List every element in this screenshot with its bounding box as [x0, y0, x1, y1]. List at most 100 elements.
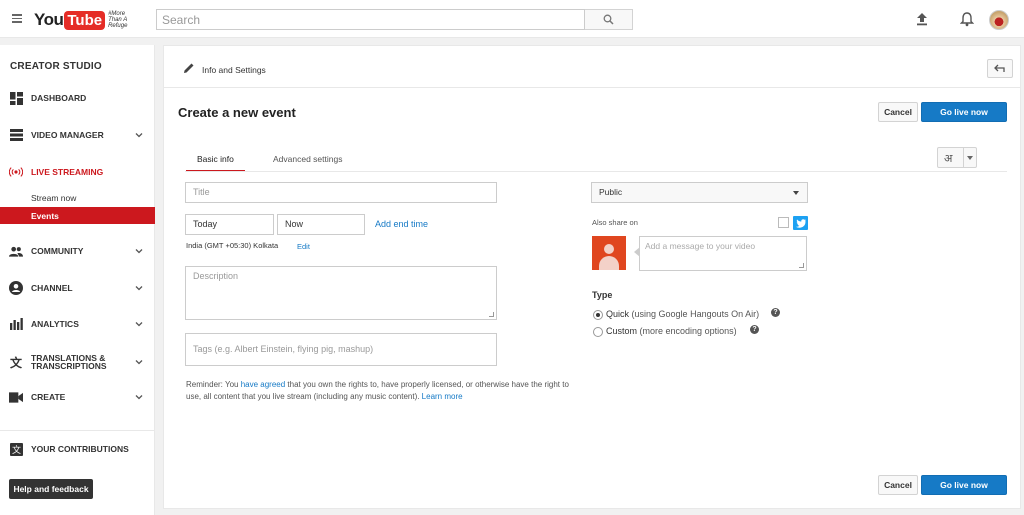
caret-down-icon — [967, 156, 973, 160]
language-selector-separator — [963, 148, 964, 167]
description-placeholder: Description — [193, 271, 239, 281]
sidebar-item-stream-now[interactable]: Stream now — [0, 189, 155, 206]
type-quick-note: (using Google Hangouts On Air) — [631, 309, 760, 319]
type-quick-text: Quick — [606, 309, 630, 319]
type-custom-radio[interactable] — [593, 327, 603, 337]
tab-advanced-settings[interactable]: Advanced settings — [273, 154, 342, 172]
reminder-text-1: Reminder: You — [186, 380, 241, 389]
privacy-select[interactable]: Public — [591, 182, 808, 203]
sidebar-item-dashboard[interactable]: DASHBOARD — [0, 87, 155, 109]
timezone-label: India (GMT +05:30) Kolkata — [186, 241, 279, 250]
video-manager-icon — [9, 128, 23, 142]
panel-header-title: Info and Settings — [202, 65, 266, 75]
type-custom-note: (more encoding options) — [639, 326, 737, 336]
go-live-button-bottom[interactable]: Go live now — [921, 475, 1007, 495]
chevron-down-icon[interactable] — [135, 393, 143, 401]
sidebar-item-analytics[interactable]: ANALYTICS — [0, 313, 155, 335]
type-custom-label[interactable]: Custom (more encoding options) — [606, 326, 737, 336]
search-input[interactable]: Search — [156, 9, 585, 30]
also-share-label: Also share on — [592, 218, 638, 227]
upload-icon[interactable] — [915, 12, 929, 26]
language-selector[interactable]: अ — [937, 147, 977, 168]
description-textarea[interactable]: Description — [185, 266, 497, 320]
sidebar-divider — [0, 430, 155, 431]
sidebar-item-video-manager[interactable]: VIDEO MANAGER — [0, 124, 155, 146]
cancel-button-top[interactable]: Cancel — [878, 102, 918, 122]
svg-text:文: 文 — [11, 444, 20, 456]
timezone-edit-link[interactable]: Edit — [297, 242, 310, 251]
tags-input[interactable]: Tags (e.g. Albert Einstein, flying pig, … — [185, 333, 497, 366]
panel-header: Info and Settings — [164, 46, 1020, 88]
sidebar-label-translations: TRANSLATIONS & TRANSCRIPTIONS — [31, 354, 107, 371]
search-button[interactable] — [585, 9, 633, 30]
help-icon[interactable]: ? — [750, 325, 759, 334]
contributions-icon: 文 — [9, 442, 23, 456]
language-glyph: अ — [944, 153, 953, 165]
type-label: Type — [592, 290, 613, 300]
youtube-logo[interactable]: You Tube #More Than A Refuge — [34, 9, 132, 31]
caret-down-icon — [793, 191, 799, 195]
analytics-icon — [9, 317, 23, 331]
logo-tagline: #More Than A Refuge — [108, 11, 128, 29]
start-date-input[interactable]: Today — [185, 214, 274, 235]
share-user-avatar — [592, 236, 626, 270]
twitter-icon — [793, 216, 808, 230]
share-message-placeholder: Add a message to your video — [645, 241, 756, 251]
resize-handle[interactable] — [489, 312, 494, 317]
channel-icon — [9, 281, 23, 295]
chevron-down-icon[interactable] — [135, 247, 143, 255]
sidebar-item-community[interactable]: COMMUNITY — [0, 240, 155, 262]
go-live-button-top[interactable]: Go live now — [921, 102, 1007, 122]
twitter-share-checkbox[interactable] — [778, 217, 789, 228]
type-custom-text: Custom — [606, 326, 638, 336]
start-time-input[interactable]: Now — [277, 214, 365, 235]
sidebar-label-live-streaming: LIVE STREAMING — [31, 167, 104, 177]
dashboard-icon — [9, 91, 23, 105]
account-avatar[interactable] — [989, 10, 1009, 30]
main-panel: Info and Settings Create a new event Can… — [163, 45, 1021, 509]
chevron-down-icon[interactable] — [135, 131, 143, 139]
logo-tube: Tube — [64, 10, 106, 30]
sidebar-title: CREATOR STUDIO — [10, 61, 102, 72]
search-icon — [603, 14, 614, 25]
avatar-head — [604, 244, 614, 254]
chevron-down-icon[interactable] — [135, 320, 143, 328]
sidebar-item-your-contributions[interactable]: 文 YOUR CONTRIBUTIONS — [0, 438, 155, 460]
help-feedback-button[interactable]: Help and feedback — [9, 479, 93, 499]
sidebar-item-create[interactable]: CREATE — [0, 386, 155, 408]
avatar-body — [599, 256, 619, 270]
resize-handle[interactable] — [799, 263, 804, 268]
type-quick-label[interactable]: Quick (using Google Hangouts On Air) — [606, 309, 759, 319]
help-icon[interactable]: ? — [771, 308, 780, 317]
tabs-divider — [185, 171, 1007, 172]
live-streaming-icon — [9, 165, 23, 179]
sidebar-item-translations[interactable]: 文 TRANSLATIONS & TRANSCRIPTIONS — [0, 349, 155, 375]
community-icon — [9, 244, 23, 258]
chevron-down-icon[interactable] — [135, 284, 143, 292]
tab-basic-info[interactable]: Basic info — [186, 154, 245, 172]
learn-more-link[interactable]: Learn more — [422, 392, 463, 401]
pencil-icon — [184, 63, 194, 73]
privacy-value: Public — [599, 187, 623, 197]
have-agreed-link[interactable]: have agreed — [241, 380, 285, 389]
sidebar-label-dashboard: DASHBOARD — [31, 93, 87, 103]
sidebar-item-live-streaming[interactable]: LIVE STREAMING — [0, 161, 155, 183]
title-input[interactable]: Title — [185, 182, 497, 203]
sidebar-label-your-contributions: YOUR CONTRIBUTIONS — [31, 444, 129, 454]
sidebar: CREATOR STUDIO DASHBOARD VIDEO MANAGER L… — [0, 45, 155, 515]
share-message-input[interactable]: Add a message to your video — [634, 236, 807, 271]
back-arrow-icon — [994, 64, 1005, 72]
page-title: Create a new event — [178, 105, 296, 120]
sidebar-item-channel[interactable]: CHANNEL — [0, 277, 155, 299]
chevron-down-icon[interactable] — [135, 358, 143, 366]
sidebar-item-events[interactable]: Events — [0, 207, 155, 224]
sidebar-label-translations-line2: TRANSCRIPTIONS — [31, 361, 107, 371]
add-end-time-link[interactable]: Add end time — [375, 219, 428, 229]
sidebar-label-video-manager: VIDEO MANAGER — [31, 130, 104, 140]
back-button[interactable] — [987, 59, 1013, 78]
cancel-button-bottom[interactable]: Cancel — [878, 475, 918, 495]
menu-icon[interactable] — [12, 14, 22, 23]
top-bar: You Tube #More Than A Refuge Search — [0, 0, 1024, 38]
type-quick-radio[interactable] — [593, 310, 603, 320]
bell-icon[interactable] — [960, 11, 974, 27]
